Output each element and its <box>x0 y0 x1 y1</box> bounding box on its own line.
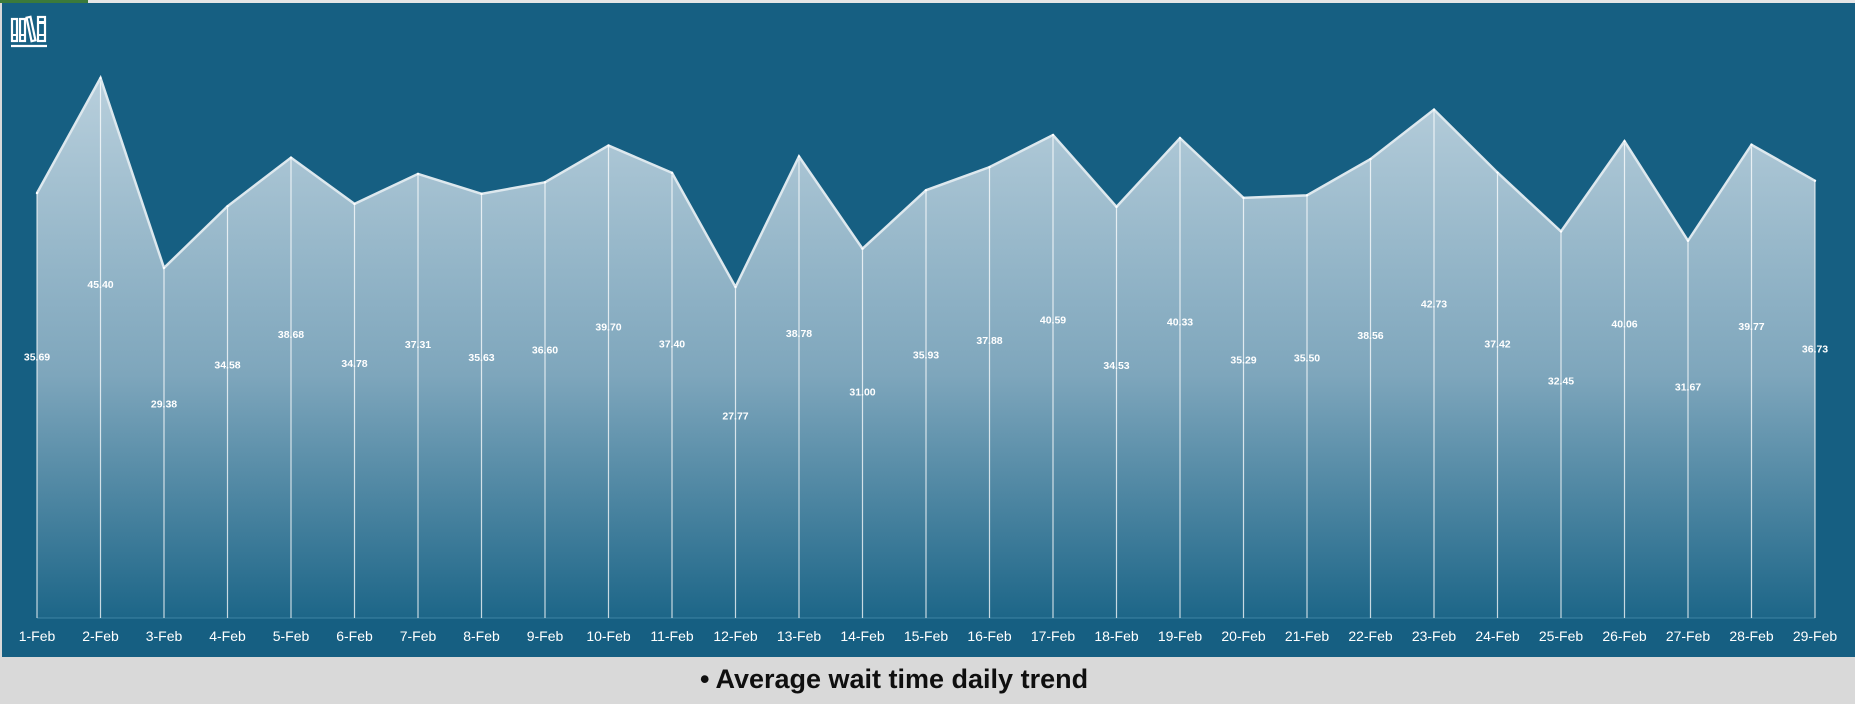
data-point[interactable] <box>1559 230 1563 233</box>
data-label: 38.56 <box>1357 330 1383 342</box>
data-point[interactable] <box>988 165 991 169</box>
x-tick-label: 23-Feb <box>1412 628 1457 644</box>
x-tick-label: 14-Feb <box>840 628 885 644</box>
x-tick-label: 9-Feb <box>527 628 564 644</box>
data-label: 37.31 <box>405 339 431 351</box>
data-label: 39.77 <box>1738 321 1764 333</box>
data-label: 37.88 <box>976 335 1002 347</box>
data-point[interactable] <box>35 191 39 195</box>
x-tick-label: 10-Feb <box>586 628 631 644</box>
data-label: 32.45 <box>1548 376 1574 388</box>
data-point[interactable] <box>1813 179 1817 182</box>
x-tick-label: 20-Feb <box>1221 628 1266 644</box>
x-tick-label: 29-Feb <box>1793 628 1838 644</box>
data-label: 35.63 <box>468 352 494 364</box>
x-tick-label: 25-Feb <box>1539 628 1584 644</box>
data-point[interactable] <box>1623 140 1626 143</box>
data-label: 29.38 <box>151 398 177 410</box>
data-label: 35.50 <box>1294 353 1320 365</box>
chart-caption: • Average wait time daily trend <box>700 664 1088 695</box>
data-point[interactable] <box>1496 171 1499 174</box>
data-point[interactable] <box>797 155 801 158</box>
x-tick-label: 16-Feb <box>967 628 1012 644</box>
data-point[interactable] <box>226 205 229 208</box>
data-label: 38.68 <box>278 329 304 341</box>
x-tick-label: 2-Feb <box>82 628 119 644</box>
x-tick-label: 17-Feb <box>1031 628 1076 644</box>
data-point[interactable] <box>734 285 737 289</box>
data-point[interactable] <box>670 171 674 175</box>
x-tick-label: 15-Feb <box>904 628 949 644</box>
data-label: 35.69 <box>24 351 50 363</box>
data-label: 37.42 <box>1484 338 1510 350</box>
data-label: 31.67 <box>1675 381 1701 393</box>
data-label: 40.33 <box>1167 317 1193 329</box>
data-label: 39.70 <box>595 321 621 333</box>
x-tick-label: 28-Feb <box>1729 628 1774 644</box>
data-point[interactable] <box>162 266 166 270</box>
data-label: 34.78 <box>341 358 367 370</box>
x-tick-label: 18-Feb <box>1094 628 1139 644</box>
data-label: 36.73 <box>1802 344 1828 356</box>
data-point[interactable] <box>99 76 102 80</box>
x-tick-label: 4-Feb <box>209 628 246 644</box>
data-point[interactable] <box>416 172 420 176</box>
x-tick-label: 11-Feb <box>650 628 694 644</box>
data-label: 31.00 <box>849 386 875 398</box>
x-tick-label: 5-Feb <box>273 628 310 644</box>
data-label: 38.78 <box>786 328 812 340</box>
x-tick-label: 1-Feb <box>19 628 56 644</box>
data-label: 34.53 <box>1103 360 1129 372</box>
data-label: 37.40 <box>659 339 685 351</box>
data-label: 35.29 <box>1230 354 1256 366</box>
data-point[interactable] <box>924 189 928 192</box>
x-tick-label: 26-Feb <box>1602 628 1647 644</box>
caption-text: Average wait time daily trend <box>715 664 1089 694</box>
data-point[interactable] <box>480 192 483 196</box>
data-point[interactable] <box>1178 136 1182 140</box>
data-label: 45.40 <box>87 279 113 291</box>
data-point[interactable] <box>1115 205 1118 209</box>
data-point[interactable] <box>1242 196 1245 200</box>
x-tick-label: 3-Feb <box>146 628 183 644</box>
x-tick-label: 12-Feb <box>713 628 758 644</box>
data-point[interactable] <box>607 144 610 147</box>
data-label: 35.93 <box>913 350 939 362</box>
x-tick-label: 13-Feb <box>777 628 822 644</box>
x-tick-label: 21-Feb <box>1285 628 1330 644</box>
data-point[interactable] <box>1051 133 1055 137</box>
data-point[interactable] <box>543 181 547 184</box>
data-label: 36.60 <box>532 345 558 357</box>
x-tick-label: 27-Feb <box>1666 628 1711 644</box>
x-tick-label: 8-Feb <box>463 628 500 644</box>
data-point[interactable] <box>861 247 864 250</box>
data-point[interactable] <box>1369 157 1372 161</box>
x-tick-label: 19-Feb <box>1158 628 1203 644</box>
data-point[interactable] <box>289 156 293 159</box>
area-chart: 35.69 45.40 29.38 34.58 38.68 34.78 37.31 35.63… <box>19 74 1838 644</box>
data-label: 34.58 <box>214 360 240 372</box>
data-point[interactable] <box>1750 143 1753 146</box>
data-label: 42.73 <box>1421 299 1447 311</box>
x-tick-label: 24-Feb <box>1475 628 1520 644</box>
x-tick-label: 22-Feb <box>1348 628 1393 644</box>
data-label: 40.06 <box>1611 319 1637 331</box>
data-point[interactable] <box>1432 108 1436 111</box>
x-tick-label: 6-Feb <box>336 628 373 644</box>
data-label: 40.59 <box>1040 315 1066 327</box>
data-point[interactable] <box>353 202 356 206</box>
footer-bar: • Average wait time daily trend <box>0 657 1855 704</box>
data-point[interactable] <box>1686 239 1690 242</box>
data-label: 27.77 <box>722 410 748 422</box>
bullet-glyph: • <box>700 664 710 694</box>
x-tick-label: 7-Feb <box>400 628 437 644</box>
data-point[interactable] <box>1305 194 1309 197</box>
